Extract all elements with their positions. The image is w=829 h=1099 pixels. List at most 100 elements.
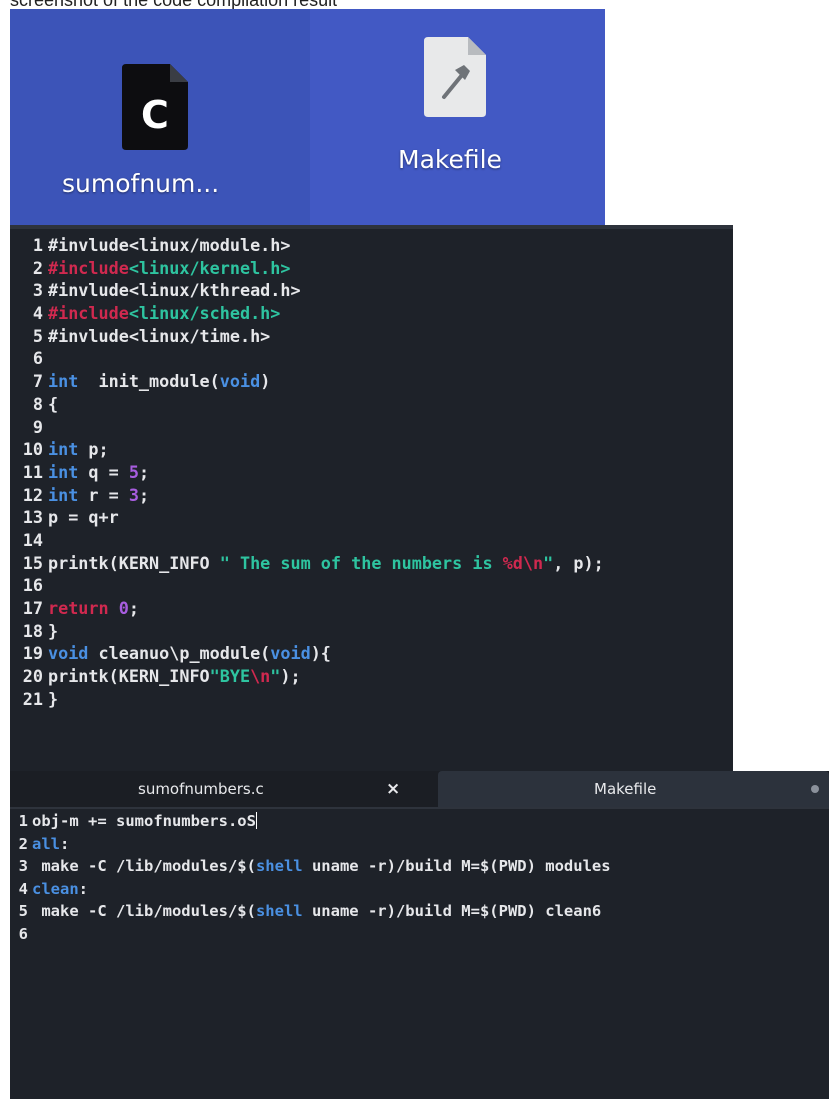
code-token: make -C /lib/modules/$( [32, 857, 256, 876]
code-token: ){ [310, 643, 331, 664]
desktop-file-c-source[interactable]: C sumofnum... [10, 9, 310, 225]
code-token: clean [32, 879, 79, 898]
code-token: cleanuo\p_module( [88, 643, 271, 664]
code-line[interactable]: 19 void cleanuo\p_module(void){ [10, 642, 733, 665]
caption-text: screenshot of the code compilation resul… [10, 0, 337, 9]
file-name-label: Makefile [398, 145, 502, 174]
line-number: 16 [22, 575, 43, 596]
code-line[interactable]: 6 [10, 347, 733, 370]
code-line[interactable]: 9 [10, 416, 733, 439]
line-text: printk(KERN_INFO " The sum of the number… [48, 552, 604, 575]
code-line[interactable]: 2 all: [10, 833, 829, 856]
code-token: 3 [128, 484, 139, 505]
code-token: #invlude<linux/kthread.h> [48, 280, 301, 301]
code-token: \n [250, 666, 271, 687]
text-cursor [255, 812, 257, 829]
code-token: : [78, 879, 89, 898]
code-editor-makefile[interactable]: 1 obj-m += sumofnumbers.oS 2 all: 3 make -C … [10, 807, 829, 1099]
code-token: " The sum of the numbers is [219, 552, 503, 573]
code-line[interactable]: 6 [10, 923, 829, 946]
code-token: return [48, 598, 109, 618]
line-number: 5 [18, 902, 28, 921]
line-number: 2 [18, 834, 28, 853]
code-line[interactable]: 3 #invlude<linux/kthread.h> [10, 279, 733, 302]
code-line[interactable]: 15 printk(KERN_INFO " The sum of the numb… [10, 552, 733, 575]
code-area[interactable]: 1 obj-m += sumofnumbers.oS 2 all: 3 make -C … [10, 809, 829, 946]
line-text: void cleanuo\p_module(void){ [48, 642, 331, 665]
code-editor-c[interactable]: 1 #invlude<linux/module.h> 2 #include<linux… [10, 225, 733, 771]
line-text: printk(KERN_INFO"BYE\n"); [48, 665, 301, 688]
line-number: 12 [22, 484, 43, 505]
tab-sumofnumbers-c[interactable]: sumofnumbers.c × [10, 771, 434, 807]
line-text: return 0; [48, 597, 139, 620]
code-line[interactable]: 11 int q = 5; [10, 461, 733, 484]
code-line[interactable]: 2 #include<linux/kernel.h> [10, 257, 733, 280]
code-line[interactable]: 8{ [10, 393, 733, 416]
desktop-file-makefile[interactable]: Makefile [310, 9, 605, 225]
line-text: } [48, 688, 58, 711]
line-number: 1 [32, 235, 43, 255]
line-number: 2 [32, 257, 43, 278]
code-token: int [48, 439, 79, 460]
code-line[interactable]: 13 p = q+r [10, 506, 733, 529]
code-token: ; [138, 461, 150, 482]
line-number: 19 [22, 643, 43, 664]
tab-label: sumofnumbers.c [138, 780, 264, 798]
code-line[interactable]: 14 [10, 529, 733, 552]
code-token: p; [78, 439, 109, 460]
code-line[interactable]: 12 int r = 3; [10, 484, 733, 507]
close-icon[interactable]: × [386, 771, 400, 807]
line-number: 6 [32, 348, 43, 369]
code-line[interactable]: 18} [10, 620, 733, 643]
code-token: } [48, 620, 59, 641]
desktop-files: C sumofnum... Makefile [10, 9, 605, 225]
line-text: { [48, 393, 58, 416]
code-token: make -C /lib/modules/$( [32, 902, 256, 921]
code-line[interactable]: 5 #invlude<linux/time.h> [10, 325, 733, 348]
line-text: int init_module(void) [48, 370, 270, 393]
code-line[interactable]: 10 int p; [10, 438, 733, 461]
code-line[interactable]: 16 [10, 574, 733, 597]
line-text: #invlude<linux/module.h> [48, 234, 290, 257]
code-line[interactable]: 7 int init_module(void) [10, 370, 733, 393]
code-token: shell [255, 857, 303, 876]
line-text: int r = 3; [48, 484, 149, 507]
code-line[interactable]: 4 #include<linux/sched.h> [10, 302, 733, 325]
code-token: } [48, 688, 59, 709]
code-token: ); [280, 666, 301, 687]
code-token: uname -r)/build M=$(PWD) modules [302, 857, 611, 876]
code-line[interactable]: 20 printk(KERN_INFO"BYE\n"); [10, 665, 733, 688]
code-token: obj-m += sumofnumbers.oS [32, 812, 256, 830]
line-number: 3 [32, 280, 43, 301]
tab-makefile[interactable]: Makefile [438, 771, 829, 807]
code-line[interactable]: 1 #invlude<linux/module.h> [10, 234, 733, 257]
line-text: make -C /lib/modules/$(shell uname -r)/b… [32, 900, 601, 923]
line-number: 1 [18, 812, 28, 830]
file-name-label: sumofnum... [62, 169, 220, 198]
line-number: 10 [22, 439, 43, 460]
line-text: #include<linux/sched.h> [48, 302, 280, 325]
code-token: all [32, 834, 60, 853]
code-line[interactable]: 17 return 0; [10, 597, 733, 620]
code-token: void [48, 643, 89, 664]
makefile-hammer-icon [424, 37, 486, 117]
code-line[interactable]: 4 clean: [10, 878, 829, 901]
line-number: 8 [32, 393, 43, 414]
code-token: " [270, 666, 281, 687]
code-token: init_module( [78, 371, 220, 392]
code-token: printk(KERN_INFO [48, 666, 210, 687]
code-token: #invlude<linux/module.h> [48, 235, 291, 255]
code-area[interactable]: 1 #invlude<linux/module.h> 2 #include<linux… [10, 229, 733, 710]
line-number: 21 [22, 688, 43, 709]
line-number: 11 [22, 461, 43, 482]
code-line[interactable]: 5 make -C /lib/modules/$(shell uname -r)… [10, 900, 829, 923]
code-line[interactable]: 1 obj-m += sumofnumbers.oS [10, 810, 829, 833]
line-text: #invlude<linux/time.h> [48, 325, 270, 348]
line-number: 3 [18, 857, 28, 876]
code-line[interactable]: 21} [10, 688, 733, 711]
code-token: <linux/kernel.h> [128, 257, 291, 278]
line-text: int p; [48, 438, 109, 461]
code-line[interactable]: 3 make -C /lib/modules/$(shell uname -r)… [10, 855, 829, 878]
line-number: 7 [32, 371, 43, 392]
code-token: , p); [553, 552, 604, 573]
